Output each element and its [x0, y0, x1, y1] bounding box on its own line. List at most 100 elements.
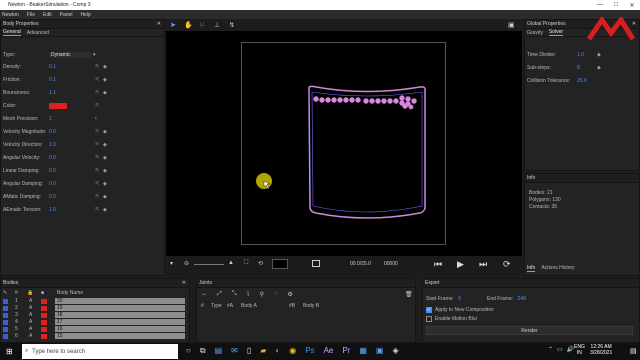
zoom-in-icon[interactable]: ▲ [228, 260, 234, 266]
row-color-swatch[interactable] [41, 333, 47, 339]
link-icon[interactable]: ⤧ [95, 77, 99, 83]
fit-icon[interactable]: ⛶ [244, 260, 248, 267]
premiere-icon[interactable]: Pr [342, 346, 350, 356]
ball[interactable] [387, 98, 393, 104]
windows-start-icon[interactable]: ⊞ [6, 347, 13, 356]
gear-joint-icon[interactable]: ⚙ [288, 291, 293, 298]
skip-back-icon[interactable]: ⏮ [434, 259, 442, 270]
link-icon[interactable]: ⤧ [95, 90, 99, 96]
apply-composition-checkbox[interactable]: ✓ [426, 307, 432, 313]
density-value[interactable]: 0.1 [49, 64, 89, 70]
row-body-name[interactable]: 18 [55, 312, 185, 318]
velocity-magnitude-value[interactable]: 0.0 [49, 129, 89, 135]
keyframe-icon[interactable]: ◆ [103, 207, 107, 213]
photoshop-icon[interactable]: Ps [305, 346, 314, 356]
link-icon[interactable]: ⤧ [95, 194, 99, 200]
cortana-icon[interactable]: ○ [186, 346, 191, 356]
ball[interactable] [319, 97, 325, 103]
menu-help[interactable]: Help [80, 12, 90, 18]
row-body-name[interactable]: 15 [55, 333, 185, 339]
battery-icon[interactable]: ▭ [557, 346, 563, 353]
mesh-precision-value[interactable]: 1 [49, 116, 89, 122]
weld-joint-icon[interactable]: ⚲ [260, 291, 264, 298]
keyframe-icon[interactable]: ◆ [103, 90, 107, 96]
safe-area-icon[interactable] [312, 260, 320, 267]
table-row[interactable]: 6 A 15 [1, 333, 185, 339]
friction-value[interactable]: 0.1 [49, 77, 89, 83]
background-color-swatch[interactable] [272, 259, 288, 269]
row-color-swatch[interactable] [41, 326, 47, 332]
link-icon[interactable]: ⤧ [95, 207, 99, 213]
chevron-up-icon[interactable]: ⌃ [548, 346, 553, 353]
edge-icon[interactable]: ◐ [275, 346, 280, 356]
tab-advanced[interactable]: Advanced [27, 30, 49, 36]
chrome-icon[interactable]: ◉ [289, 346, 296, 356]
aematic-tension-value[interactable]: 1.0 [49, 207, 89, 213]
table-row[interactable]: 2 A 19 [1, 305, 185, 311]
start-frame-value[interactable]: 0 [458, 296, 461, 302]
menu-newton[interactable]: Newton [2, 12, 19, 18]
type-dropdown[interactable]: Dynamic [49, 51, 91, 58]
task-view-icon[interactable]: ⧉ [200, 346, 206, 356]
angular-damping-value[interactable]: 0.0 [49, 181, 89, 187]
ball[interactable] [405, 96, 411, 102]
document-icon[interactable]: ▯ [247, 346, 251, 356]
link-icon[interactable]: ⤧ [95, 64, 99, 70]
keyframe-icon[interactable]: ◆ [597, 65, 601, 71]
time-divider-value[interactable]: 1.0 [577, 52, 597, 58]
close-button[interactable]: ✕ [624, 0, 640, 10]
ball[interactable] [363, 98, 369, 104]
reset-icon[interactable]: ⟲ [258, 260, 263, 267]
after-effects-icon[interactable]: Ae [324, 346, 334, 356]
step-forward-icon[interactable]: ⏭ [479, 259, 487, 270]
keyframe-icon[interactable]: ◆ [103, 181, 107, 187]
ball[interactable] [313, 96, 319, 102]
keyframe-icon[interactable]: ◆ [103, 142, 107, 148]
row-body-name[interactable]: 16 [55, 326, 185, 332]
rope-joint-icon[interactable]: ⌇ [247, 291, 250, 298]
zoom-out-icon[interactable]: ⊖ [184, 260, 189, 267]
keyframe-icon[interactable]: ◆ [103, 64, 107, 70]
distance-joint-icon[interactable]: ↔ [201, 291, 207, 298]
tab-info[interactable]: Info [527, 265, 536, 272]
store-icon[interactable]: ▤ [215, 346, 223, 356]
drag-icon[interactable]: ↯ [229, 21, 235, 29]
play-icon[interactable]: ▶ [457, 259, 464, 270]
camera-icon[interactable]: ▣ [508, 21, 515, 29]
spring-joint-icon[interactable]: ⤡ [232, 291, 237, 298]
ball[interactable] [402, 103, 408, 109]
keyframe-icon[interactable]: ◆ [103, 77, 107, 83]
row-color-swatch[interactable] [41, 319, 47, 325]
tab-general[interactable]: General [3, 29, 21, 36]
velocity-direction-value[interactable]: 1.0 [49, 142, 89, 148]
minimize-button[interactable]: — [592, 0, 608, 10]
pivot-joint-icon[interactable]: ⤢ [217, 291, 222, 298]
close-icon[interactable]: ✕ [182, 280, 186, 286]
row-body-name[interactable]: 20 [55, 298, 185, 304]
bounciness-value[interactable]: 1.1 [49, 90, 89, 96]
linear-damping-value[interactable]: 0.0 [49, 168, 89, 174]
keyframe-icon[interactable]: ◆ [103, 168, 107, 174]
ball[interactable] [408, 104, 414, 110]
ball[interactable] [349, 97, 355, 103]
ball[interactable] [325, 97, 331, 103]
collision-tolerance-value[interactable]: 25.0 [577, 78, 597, 84]
ball[interactable] [399, 95, 405, 101]
table-row[interactable]: 5 A 16 [1, 326, 185, 332]
menu-file[interactable]: File [27, 12, 35, 18]
link-icon[interactable]: • [95, 116, 97, 122]
clock[interactable]: 12:26 AM 3/28/2021 [590, 344, 612, 356]
maximize-button[interactable]: □ [608, 0, 624, 10]
row-color-swatch[interactable] [41, 312, 47, 318]
loop-icon[interactable]: ⟳ [503, 259, 511, 270]
color-swatch[interactable] [49, 102, 67, 109]
tab-actions-history[interactable]: Actions History [541, 265, 574, 272]
app-icon[interactable]: ◈ [392, 346, 398, 356]
keyframe-icon[interactable]: ◆ [597, 52, 601, 58]
link-icon[interactable]: ⤧ [95, 168, 99, 174]
row-color-swatch[interactable] [41, 298, 47, 304]
table-row[interactable]: 1 A 20 [1, 298, 185, 304]
search-input[interactable]: ⌕ Type here to search [22, 344, 178, 359]
select-arrow-icon[interactable]: ➤ [170, 21, 176, 29]
wheel-joint-icon[interactable]: ◌ [274, 291, 278, 298]
